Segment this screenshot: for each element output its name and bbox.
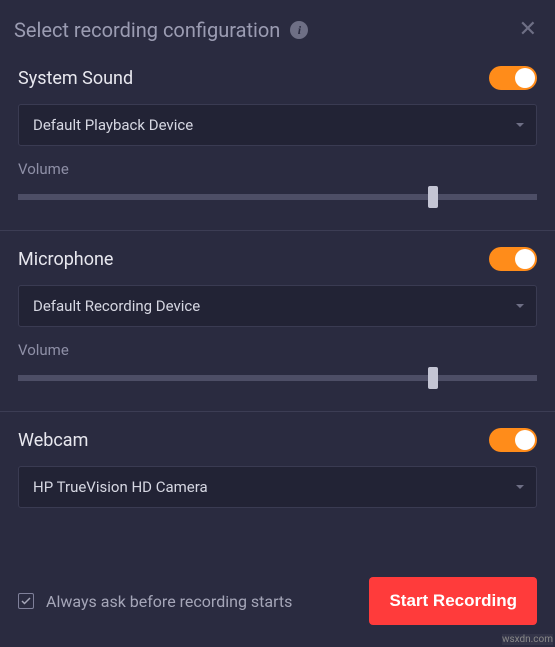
webcam-section: Webcam HP TrueVision HD Camera	[0, 420, 555, 526]
microphone-device-value: Default Recording Device	[33, 297, 200, 315]
system-sound-volume-slider[interactable]	[18, 192, 537, 202]
microphone-title: Microphone	[18, 249, 113, 270]
always-ask-label: Always ask before recording starts	[46, 592, 292, 611]
dialog-title: Select recording configuration	[14, 18, 280, 42]
start-recording-button[interactable]: Start Recording	[369, 577, 537, 625]
microphone-device-select[interactable]: Default Recording Device	[18, 285, 537, 327]
webcam-device-select[interactable]: HP TrueVision HD Camera	[18, 466, 537, 508]
chevron-down-icon	[516, 485, 524, 489]
dialog-header: Select recording configuration i ✕	[0, 0, 555, 58]
slider-thumb[interactable]	[428, 186, 438, 208]
always-ask-checkbox[interactable]	[18, 593, 34, 609]
divider	[0, 230, 555, 231]
watermark: wsxdn.com	[502, 634, 553, 645]
check-icon	[20, 595, 32, 607]
info-icon[interactable]: i	[290, 21, 308, 39]
microphone-volume-label: Volume	[18, 341, 537, 359]
webcam-toggle[interactable]	[489, 428, 537, 452]
dialog-footer: Always ask before recording starts Start…	[0, 563, 555, 647]
slider-thumb[interactable]	[428, 367, 438, 389]
system-sound-device-select[interactable]: Default Playback Device	[18, 104, 537, 146]
webcam-device-value: HP TrueVision HD Camera	[33, 478, 208, 496]
system-sound-title: System Sound	[18, 68, 133, 89]
system-sound-device-value: Default Playback Device	[33, 116, 193, 134]
microphone-volume-slider[interactable]	[18, 373, 537, 383]
close-icon[interactable]: ✕	[519, 19, 537, 41]
chevron-down-icon	[516, 123, 524, 127]
system-sound-toggle[interactable]	[489, 66, 537, 90]
chevron-down-icon	[516, 304, 524, 308]
divider	[0, 411, 555, 412]
slider-track	[18, 194, 537, 200]
system-sound-volume-label: Volume	[18, 160, 537, 178]
microphone-section: Microphone Default Recording Device Volu…	[0, 239, 555, 407]
slider-track	[18, 375, 537, 381]
system-sound-section: System Sound Default Playback Device Vol…	[0, 58, 555, 226]
microphone-toggle[interactable]	[489, 247, 537, 271]
webcam-title: Webcam	[18, 430, 88, 451]
